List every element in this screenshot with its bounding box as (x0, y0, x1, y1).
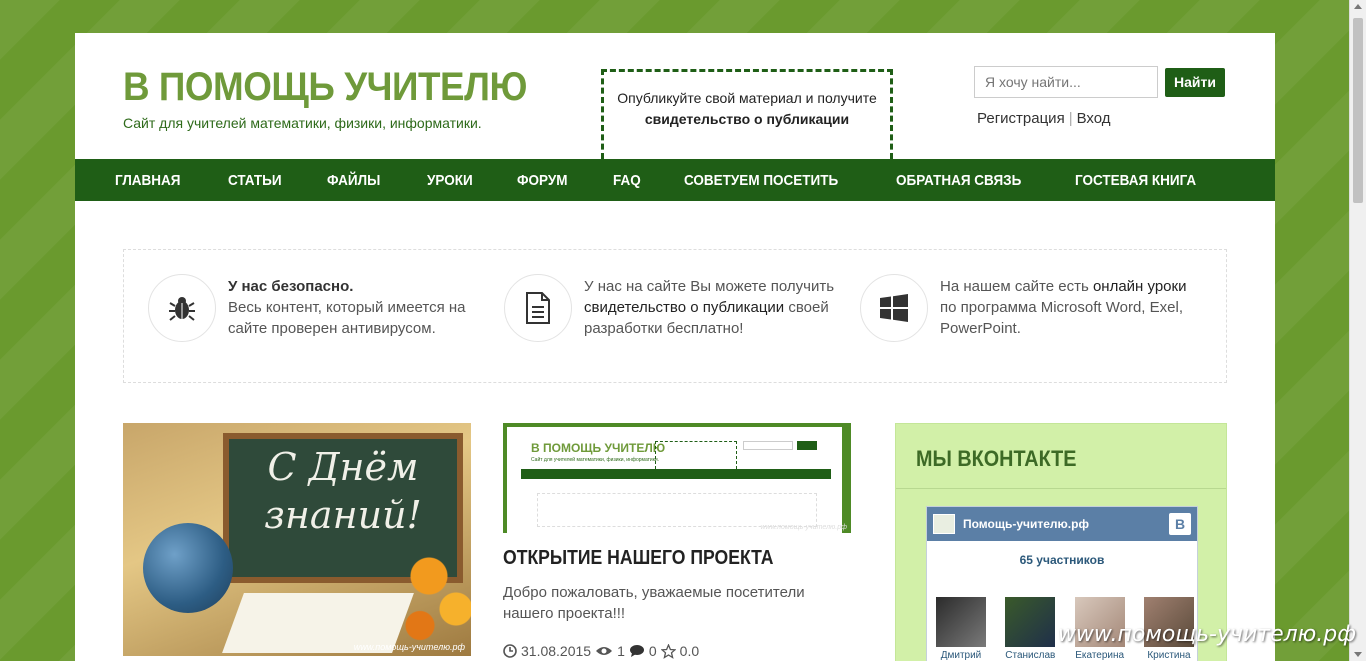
site-title[interactable]: В ПОМОЩЬ УЧИТЕЛЮ (123, 65, 527, 110)
miniature-promo (655, 441, 737, 469)
features-block: У нас безопасно. Весь контент, который и… (123, 249, 1227, 383)
post-comments[interactable]: 0 (649, 643, 657, 659)
search-input[interactable] (974, 66, 1158, 98)
post-meta: 31.08.2015 1 0 0.0 (503, 643, 699, 659)
nav-item-articles[interactable]: СТАТЬИ (228, 172, 282, 189)
nav-item-home[interactable]: ГЛАВНАЯ (115, 172, 181, 189)
member-name[interactable]: Дмитрий (935, 650, 987, 661)
globe-picture (143, 523, 233, 613)
nav-item-files[interactable]: ФАЙЛЫ (327, 172, 380, 189)
site-watermark: www.помощь-учителю.рф (1057, 622, 1356, 647)
post-rating: 0.0 (679, 643, 700, 659)
feature-lessons-post: по программа Microsoft Word, Exel, Power… (940, 299, 1183, 337)
feature-lessons-text: На нашем сайте есть онлайн уроки по прог… (940, 276, 1200, 339)
eye-icon (596, 647, 613, 655)
miniature-title: В ПОМОЩЬ УЧИТЕЛЮ (531, 441, 666, 455)
document-icon (504, 274, 572, 342)
nav-item-faq[interactable]: FAQ (613, 172, 641, 189)
auth-links: Регистрация | Вход (977, 110, 1111, 127)
login-link[interactable]: Вход (1077, 110, 1111, 127)
clock-icon (503, 644, 517, 658)
post-excerpt: Добро пожаловать, уважаемые посетители н… (503, 584, 805, 622)
feature-security-title: У нас безопасно. (228, 278, 354, 295)
scrollbar-thumb[interactable] (1353, 18, 1363, 203)
feature-certificate-text: У нас на сайте Вы можете получить свидет… (584, 276, 844, 339)
feature-security-desc: Весь контент, который имеется на сайте п… (228, 299, 466, 337)
nav-item-recommend[interactable]: СОВЕТУЕМ ПОСЕТИТЬ (684, 172, 838, 189)
knowledge-day-text: С Днём знаний! (264, 445, 422, 537)
member-name[interactable]: Екатерина (1074, 650, 1126, 661)
miniature-button (797, 441, 817, 450)
project-screenshot-image[interactable]: В ПОМОЩЬ УЧИТЕЛЮ Сайт для учителей матем… (503, 423, 851, 533)
star-icon (660, 643, 676, 659)
site-subtitle: Сайт для учителей математики, физики, ин… (123, 115, 482, 131)
knowledge-day-image[interactable]: С Днём знаний! www.помощь-учителю.рф (123, 423, 471, 656)
post-title[interactable]: ОТКРЫТИЕ НАШЕГО ПРОЕКТА (503, 547, 773, 570)
comments-icon (629, 645, 644, 657)
feature-security-text: У нас безопасно. Весь контент, который и… (228, 276, 488, 339)
site-miniature: В ПОМОЩЬ УЧИТЕЛЮ Сайт для учителей матем… (507, 427, 842, 533)
sidebar-heading: МЫ ВКОНТАКТЕ (916, 446, 1077, 471)
post-views: 1 (617, 643, 625, 659)
vk-logo-icon[interactable]: В (1169, 513, 1191, 535)
register-link[interactable]: Регистрация (977, 110, 1065, 127)
page-container: В ПОМОЩЬ УЧИТЕЛЮ Сайт для учителей матем… (75, 33, 1275, 661)
scroll-down-arrow-icon[interactable] (1354, 652, 1362, 657)
auth-separator: | (1068, 110, 1073, 127)
member-avatar[interactable] (1005, 597, 1056, 647)
vk-widget-header: Помощь-учителю.рф В (927, 507, 1197, 541)
image-watermark: www.помощь-учителю.рф (353, 642, 465, 652)
windows-icon (860, 274, 928, 342)
miniature-nav (521, 469, 831, 479)
feature-lessons-highlight: онлайн уроки (1092, 278, 1187, 295)
feature-lessons-pre: На нашем сайте есть (940, 278, 1093, 295)
miniature-search (743, 441, 793, 450)
vk-member[interactable]: Дмитрий (935, 597, 987, 661)
main-nav: ГЛАВНАЯ СТАТЬИ ФАЙЛЫ УРОКИ ФОРУМ FAQ СОВ… (75, 159, 1275, 201)
feature-certificate-pre: У нас на сайте Вы можете получить (584, 278, 835, 295)
miniature-subtitle: Сайт для учителей математики, физики, ин… (531, 457, 660, 463)
vk-group-avatar[interactable] (933, 514, 955, 534)
search-button[interactable]: Найти (1165, 68, 1225, 97)
feature-certificate-highlight: свидетельство о публикации (584, 299, 785, 316)
member-avatar[interactable] (936, 597, 986, 647)
promo-text: Опубликуйте свой материал и получите (617, 90, 877, 106)
screenshot-watermark: www.помощь-учителю.рф (760, 524, 847, 531)
member-name[interactable]: Кристина (1143, 650, 1195, 661)
site-header: В ПОМОЩЬ УЧИТЕЛЮ Сайт для учителей матем… (75, 33, 1275, 159)
member-name[interactable]: Станислав (1004, 650, 1056, 661)
page-scrollbar[interactable] (1349, 0, 1366, 661)
post-date: 31.08.2015 (521, 643, 592, 659)
nav-item-guestbook[interactable]: ГОСТЕВАЯ КНИГА (1075, 172, 1196, 189)
miniature-features (537, 493, 817, 527)
publication-promo[interactable]: Опубликуйте свой материал и получите сви… (601, 69, 893, 159)
bug-icon (148, 274, 216, 342)
flowers-picture (393, 543, 471, 653)
nav-item-feedback[interactable]: ОБРАТНАЯ СВЯЗЬ (896, 172, 1021, 189)
promo-bold-text: свидетельство о публикации (644, 111, 850, 127)
nav-item-lessons[interactable]: УРОКИ (427, 172, 473, 189)
nav-item-forum[interactable]: ФОРУМ (517, 172, 567, 189)
vk-members-count[interactable]: 65 участников (927, 553, 1197, 567)
sidebar-divider (896, 488, 1226, 489)
vk-member[interactable]: Станислав (1004, 597, 1056, 661)
vk-group-name[interactable]: Помощь-учителю.рф (963, 517, 1089, 531)
scroll-up-arrow-icon[interactable] (1354, 4, 1362, 9)
